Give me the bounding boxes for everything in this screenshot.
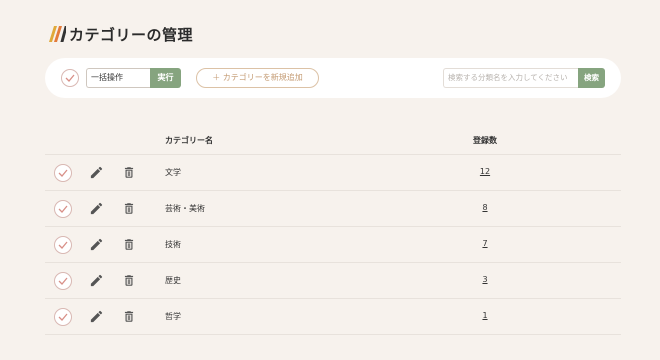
pencil-icon[interactable] xyxy=(89,273,104,288)
category-table: カテゴリー名 登録数 文学 12 芸術・美術 8 技術 7 歴史 3 哲学 1 xyxy=(45,124,621,335)
count-link[interactable]: 7 xyxy=(482,239,487,248)
category-name: 技術 xyxy=(165,240,181,249)
category-name: 芸術・美術 xyxy=(165,204,205,213)
trash-icon[interactable] xyxy=(122,237,136,252)
table-header: カテゴリー名 登録数 xyxy=(45,124,621,155)
search-input[interactable]: 検索する分類名を入力してください xyxy=(443,68,578,88)
logo-icon xyxy=(49,26,66,42)
page-header: カテゴリーの管理 xyxy=(48,24,193,44)
check-icon xyxy=(58,313,68,321)
row-checkbox[interactable] xyxy=(54,272,72,290)
page-title: カテゴリーの管理 xyxy=(69,25,194,44)
pencil-icon[interactable] xyxy=(89,165,104,180)
trash-icon[interactable] xyxy=(122,309,136,324)
count-link[interactable]: 3 xyxy=(482,275,487,284)
bulk-action-select[interactable]: 一括操作 xyxy=(86,68,150,88)
pencil-icon[interactable] xyxy=(89,201,104,216)
column-header-name: カテゴリー名 xyxy=(165,136,213,145)
category-name: 哲学 xyxy=(165,312,181,321)
row-checkbox[interactable] xyxy=(54,308,72,326)
check-icon xyxy=(58,241,68,249)
check-icon xyxy=(58,169,68,177)
execute-button[interactable]: 実行 xyxy=(150,68,181,88)
check-icon xyxy=(65,74,75,82)
table-row: 技術 7 xyxy=(45,227,621,263)
search-button[interactable]: 検索 xyxy=(578,68,605,88)
count-link[interactable]: 8 xyxy=(482,203,487,212)
category-name: 歴史 xyxy=(165,276,181,285)
toolbar: 一括操作 実行 ＋ カテゴリーを新規追加 検索する分類名を入力してください 検索 xyxy=(45,58,621,98)
trash-icon[interactable] xyxy=(122,165,136,180)
table-row: 歴史 3 xyxy=(45,263,621,299)
add-category-button[interactable]: ＋ カテゴリーを新規追加 xyxy=(196,68,319,88)
count-link[interactable]: 12 xyxy=(480,167,490,176)
category-name: 文学 xyxy=(165,168,181,177)
trash-icon[interactable] xyxy=(122,273,136,288)
check-icon xyxy=(58,277,68,285)
table-row: 文学 12 xyxy=(45,155,621,191)
row-checkbox[interactable] xyxy=(54,200,72,218)
table-row: 哲学 1 xyxy=(45,299,621,335)
row-checkbox[interactable] xyxy=(54,236,72,254)
pencil-icon[interactable] xyxy=(89,237,104,252)
table-row: 芸術・美術 8 xyxy=(45,191,621,227)
trash-icon[interactable] xyxy=(122,201,136,216)
row-checkbox[interactable] xyxy=(54,164,72,182)
select-all-checkbox[interactable] xyxy=(61,69,79,87)
pencil-icon[interactable] xyxy=(89,309,104,324)
count-link[interactable]: 1 xyxy=(482,311,487,320)
check-icon xyxy=(58,205,68,213)
